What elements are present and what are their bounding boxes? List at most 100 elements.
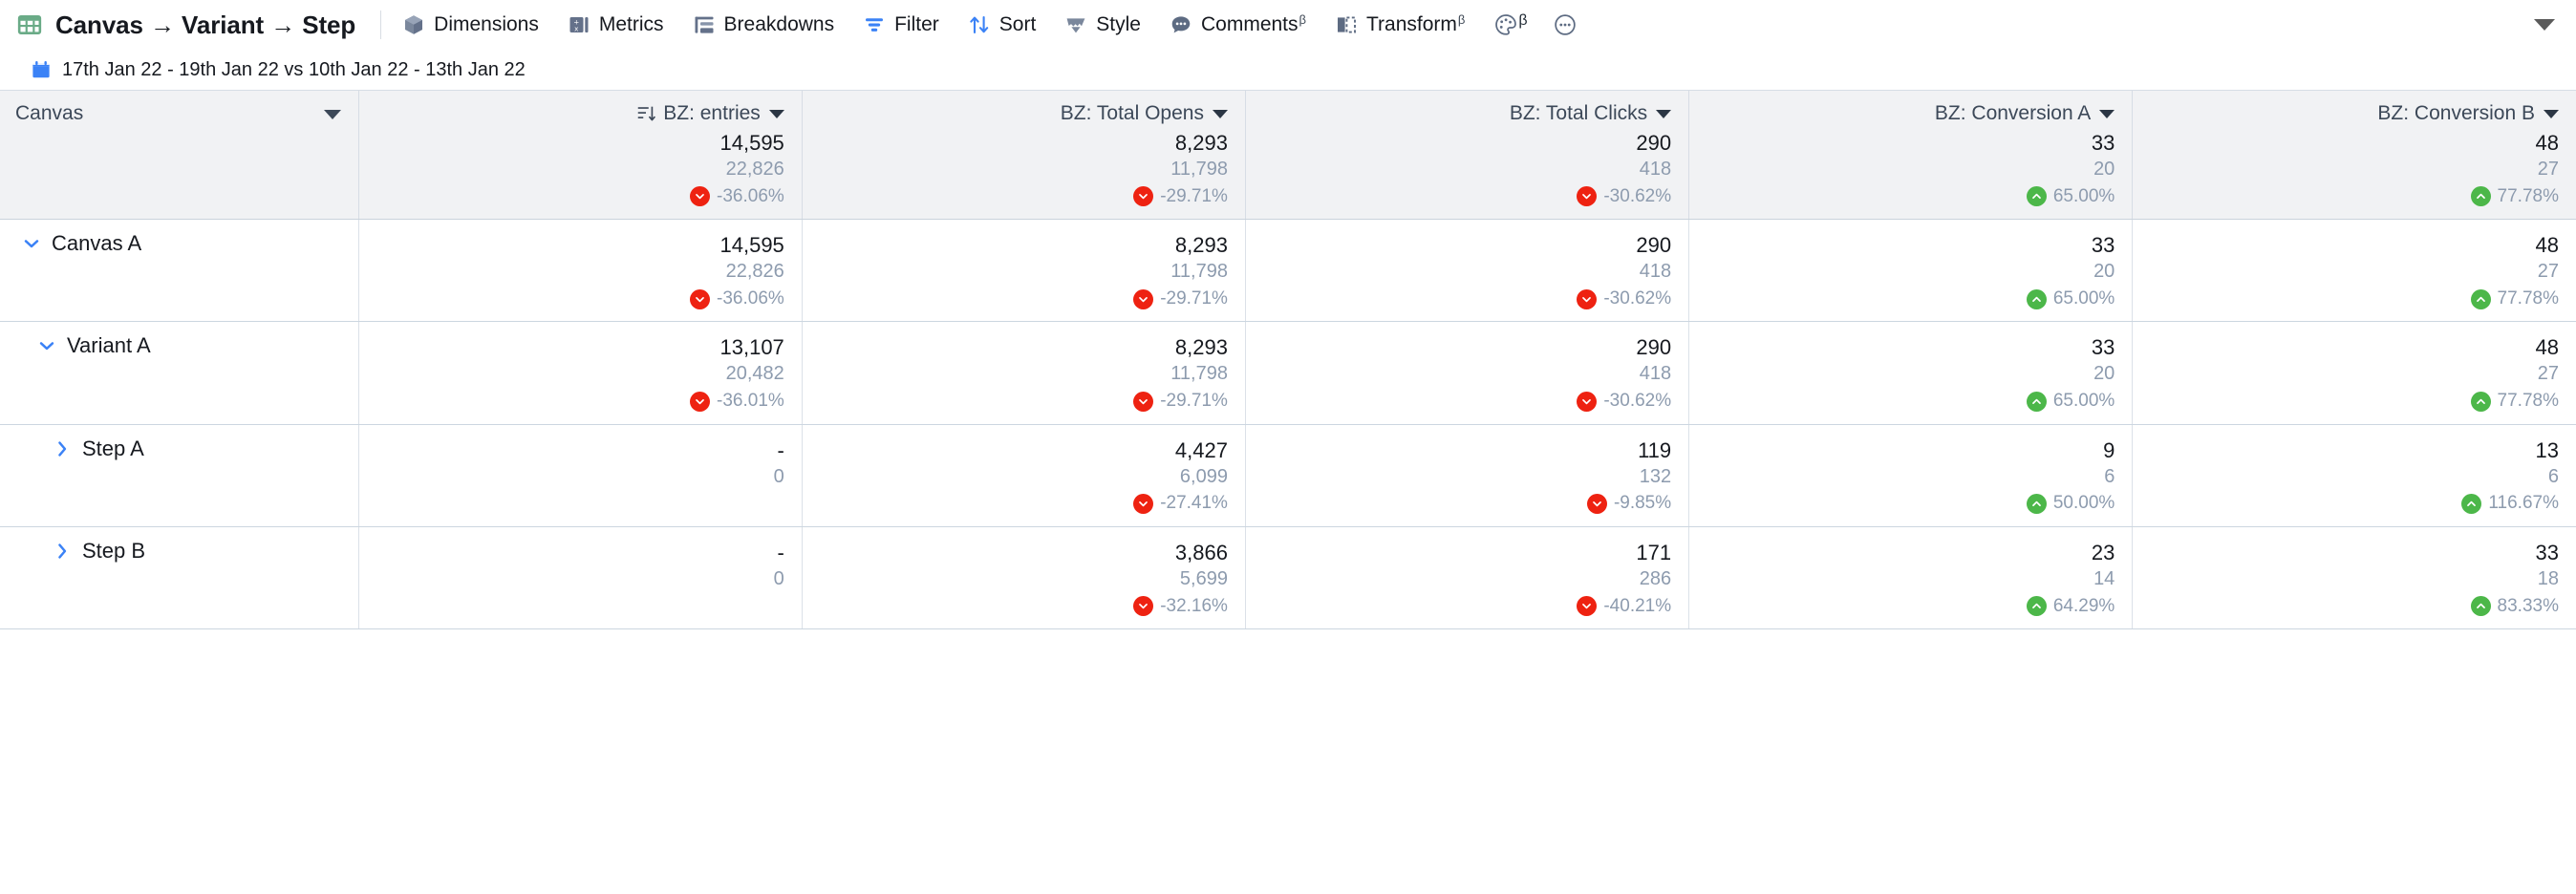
cell-delta-label: 50.00% bbox=[2053, 491, 2114, 517]
total-secondary-value: 27 bbox=[2148, 157, 2559, 183]
toolbar-item-label: Style bbox=[1096, 13, 1141, 36]
sort-descending-icon[interactable] bbox=[635, 103, 656, 124]
cell-primary-value: 9 bbox=[1705, 436, 2114, 464]
cell-delta: -27.41% bbox=[818, 491, 1228, 517]
beta-badge: β bbox=[1299, 13, 1306, 26]
toolbar-item-label: Sort bbox=[999, 13, 1037, 36]
cell-primary-value: 119 bbox=[1261, 436, 1671, 464]
header-cell-metric-total-opens[interactable]: BZ: Total Opens 8,293 11,798 -29.71% bbox=[802, 91, 1245, 220]
collapse-toolbar-caret[interactable] bbox=[2534, 19, 2555, 31]
cell-primary-value: 23 bbox=[1705, 539, 2114, 566]
header-cell-dimension[interactable]: Canvas bbox=[0, 91, 358, 220]
cell-delta-label: -32.16% bbox=[1160, 594, 1228, 620]
transform-icon bbox=[1335, 13, 1358, 36]
cell-delta: 116.67% bbox=[2148, 491, 2559, 517]
cell-delta-label: 64.29% bbox=[2053, 594, 2114, 620]
chevron-right-icon[interactable] bbox=[52, 541, 73, 562]
toolbar-item-sort[interactable]: Sort bbox=[968, 13, 1037, 36]
total-delta: 77.78% bbox=[2148, 184, 2559, 210]
chevron-down-icon[interactable] bbox=[21, 233, 42, 254]
toolbar-item-label: Filter bbox=[894, 13, 939, 36]
toolbar-item-label: Transform bbox=[1366, 13, 1457, 36]
toolbar-item-metrics[interactable]: + x Metrics bbox=[568, 13, 664, 36]
trend-down-icon bbox=[1133, 186, 1153, 206]
trend-up-icon bbox=[2471, 186, 2491, 206]
total-primary-value: 14,595 bbox=[375, 129, 784, 157]
chevron-down-icon[interactable] bbox=[2544, 110, 2559, 118]
toolbar-item-comments[interactable]: Comments β bbox=[1170, 13, 1306, 36]
row-metric-cell: 136116.67% bbox=[2133, 424, 2576, 526]
table-row: Variant A13,10720,482-36.01%8,29311,798-… bbox=[0, 322, 2576, 424]
row-metric-cell: 482777.78% bbox=[2133, 322, 2576, 424]
header-cell-metric-entries[interactable]: BZ: entries 14,595 22,826 -36.06% bbox=[358, 91, 802, 220]
cell-delta-label: -30.62% bbox=[1603, 287, 1671, 312]
metrics-icon: + x bbox=[568, 13, 590, 36]
chevron-down-icon[interactable] bbox=[769, 110, 784, 118]
trend-down-icon bbox=[1133, 392, 1153, 412]
cell-primary-value: 290 bbox=[1261, 333, 1671, 361]
cell-delta: 65.00% bbox=[1705, 389, 2114, 415]
chevron-down-icon[interactable] bbox=[324, 110, 341, 119]
chevron-down-icon[interactable] bbox=[36, 335, 57, 356]
cell-secondary-value: 6 bbox=[1705, 464, 2114, 491]
metric-header-label: BZ: Total Opens bbox=[1061, 102, 1204, 125]
toolbar-item-filter[interactable]: Filter bbox=[863, 13, 939, 36]
table-row: Canvas A14,59522,826-36.06%8,29311,798-2… bbox=[0, 220, 2576, 322]
breakdowns-icon bbox=[693, 13, 716, 36]
table-body: Canvas A14,59522,826-36.06%8,29311,798-2… bbox=[0, 220, 2576, 629]
cell-secondary-value: 0 bbox=[375, 566, 784, 593]
trend-down-icon bbox=[1577, 186, 1597, 206]
beta-badge: β bbox=[1518, 12, 1527, 30]
cell-delta-label: 83.33% bbox=[2498, 594, 2559, 620]
trend-up-icon bbox=[2027, 392, 2047, 412]
toolbar-item-palette[interactable]: β bbox=[1493, 12, 1527, 37]
cell-primary-value: 290 bbox=[1261, 231, 1671, 259]
header-cell-metric-total-clicks[interactable]: BZ: Total Clicks 290 418 -30.62% bbox=[1245, 91, 1688, 220]
toolbar-item-breakdowns[interactable]: Breakdowns bbox=[693, 13, 835, 36]
chevron-down-icon[interactable] bbox=[1213, 110, 1228, 118]
page-title[interactable]: Canvas → Variant → Step bbox=[55, 11, 355, 40]
cell-delta-label: -36.01% bbox=[717, 389, 784, 415]
cell-delta: 65.00% bbox=[1705, 287, 2114, 312]
row-metric-cell: 9650.00% bbox=[1689, 424, 2133, 526]
cell-delta: 77.78% bbox=[2148, 287, 2559, 312]
cell-delta: 77.78% bbox=[2148, 389, 2559, 415]
total-delta-label: 77.78% bbox=[2498, 184, 2559, 210]
trend-down-icon bbox=[1133, 494, 1153, 514]
trend-up-icon bbox=[2027, 494, 2047, 514]
trend-up-icon bbox=[2471, 392, 2491, 412]
cell-delta-label: 77.78% bbox=[2498, 389, 2559, 415]
toolbar-item-transform[interactable]: Transform β bbox=[1335, 13, 1465, 36]
metric-header-label: BZ: Conversion B bbox=[2377, 102, 2535, 125]
beta-badge: β bbox=[1458, 13, 1465, 26]
row-metric-cell: 482777.78% bbox=[2133, 220, 2576, 322]
trend-up-icon bbox=[2461, 494, 2481, 514]
total-secondary-value: 418 bbox=[1261, 157, 1671, 183]
chevron-right-icon[interactable] bbox=[52, 438, 73, 459]
toolbar-item-dimensions[interactable]: Dimensions bbox=[402, 13, 539, 36]
row-metric-cell: 171286-40.21% bbox=[1245, 526, 1688, 628]
cell-delta-label: 77.78% bbox=[2498, 287, 2559, 312]
chevron-down-icon[interactable] bbox=[1656, 110, 1671, 118]
row-metric-cell: 290418-30.62% bbox=[1245, 322, 1688, 424]
cell-secondary-value: 14 bbox=[1705, 566, 2114, 593]
cell-delta: -29.71% bbox=[818, 389, 1228, 415]
cell-secondary-value: 418 bbox=[1261, 259, 1671, 286]
chevron-down-icon[interactable] bbox=[2099, 110, 2114, 118]
trend-up-icon bbox=[2027, 596, 2047, 616]
cell-secondary-value: 418 bbox=[1261, 361, 1671, 388]
toolbar-item-style[interactable]: Style bbox=[1064, 13, 1141, 36]
cell-delta: -30.62% bbox=[1261, 389, 1671, 415]
cell-secondary-value: 0 bbox=[375, 464, 784, 491]
toolbar-actions: Dimensions + x Metrics bbox=[402, 12, 1601, 37]
toolbar-item-label: Dimensions bbox=[434, 13, 539, 36]
cell-delta-label: -40.21% bbox=[1603, 594, 1671, 620]
cell-delta-label: -36.06% bbox=[717, 287, 784, 312]
trend-down-icon bbox=[1577, 289, 1597, 309]
toolbar-item-more-options[interactable] bbox=[1553, 12, 1578, 37]
date-range-bar[interactable]: 17th Jan 22 - 19th Jan 22 vs 10th Jan 22… bbox=[0, 50, 2576, 90]
header-cell-metric-conversion-b[interactable]: BZ: Conversion B 48 27 77.78% bbox=[2133, 91, 2576, 220]
header-cell-metric-conversion-a[interactable]: BZ: Conversion A 33 20 65.00% bbox=[1689, 91, 2133, 220]
cell-primary-value: 4,427 bbox=[818, 436, 1228, 464]
cell-delta-label: 65.00% bbox=[2053, 389, 2114, 415]
